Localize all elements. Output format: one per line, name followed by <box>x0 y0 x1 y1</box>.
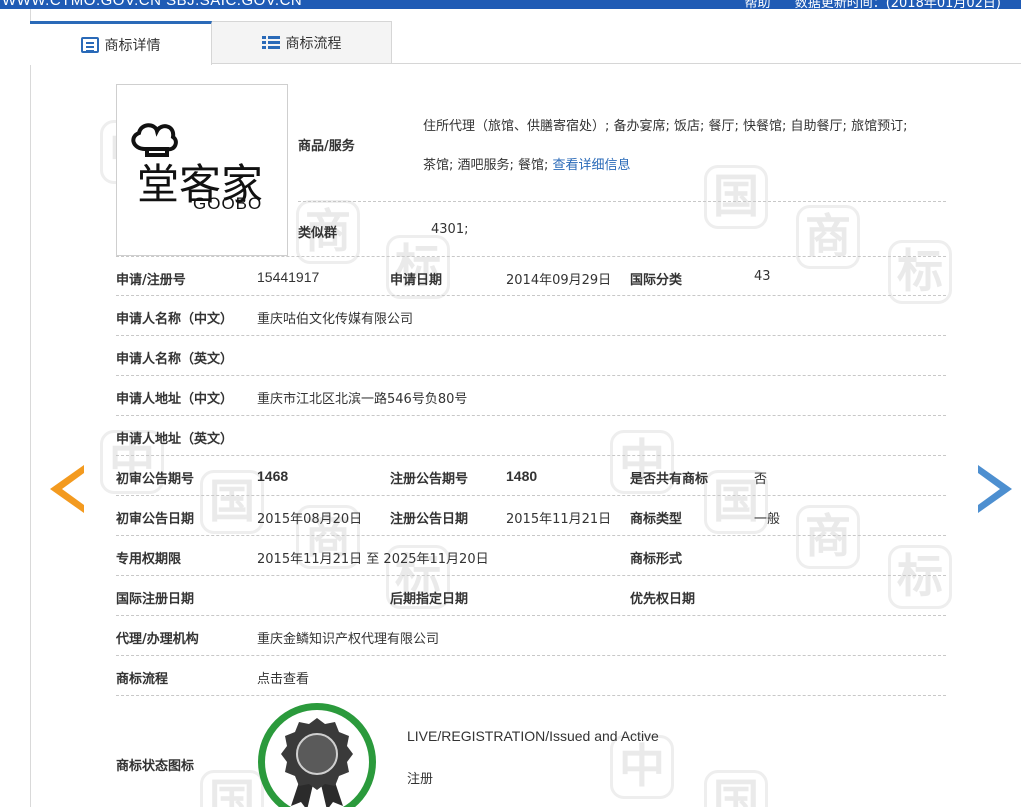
tab-label: 商标详情 <box>104 37 161 54</box>
detail-row: 初审公告日期 2015年08月20日 注册公告日期 2015年11月21日 商标… <box>116 496 946 536</box>
list-doc-icon <box>80 36 99 53</box>
goods-text-continued: 茶馆; 酒吧服务; 餐馆; 查看详细信息 <box>423 154 631 173</box>
priority-date-label: 优先权日期 <box>630 592 696 607</box>
detail-row: 申请人名称（英文） <box>116 336 946 376</box>
similar-group-label: 类似群 <box>298 226 338 241</box>
prelim-no-value: 1468 <box>257 468 289 484</box>
apply-date-value: 2014年09月29日 <box>506 273 612 288</box>
address-en-label: 申请人地址（英文） <box>116 432 234 447</box>
applicant-cn-value: 重庆咕伯文化传媒有限公司 <box>257 312 414 327</box>
shared-label: 是否共有商标 <box>630 472 709 487</box>
address-cn-value: 重庆市江北区北滨一路546号负80号 <box>257 392 468 407</box>
reg-no-value: 15441917 <box>257 269 320 285</box>
status-badge <box>258 703 376 807</box>
exclusive-value: 2015年11月21日 至 2025年11月20日 <box>257 552 489 567</box>
tab-bar: 商标详情 商标流程 <box>30 21 1021 65</box>
process-label: 商标流程 <box>116 672 169 687</box>
status-icon-label: 商标状态图标 <box>116 759 195 774</box>
detail-row: 申请人地址（英文） <box>116 416 946 456</box>
detail-row: 代理/办理机构 重庆金鳞知识产权代理有限公司 <box>116 616 946 656</box>
goods-text: 住所代理（旅馆、供膳寄宿处）; 备办宴席; 饭店; 餐厅; 快餐馆; 自助餐厅;… <box>423 119 908 134</box>
detail-row: 商标流程 点击查看 <box>116 656 946 696</box>
intl-class-label: 国际分类 <box>630 273 683 288</box>
help-link[interactable]: 帮助 <box>745 0 771 9</box>
agent-value: 重庆金鳞知识产权代理有限公司 <box>257 632 440 647</box>
reg-pub-date-value: 2015年11月21日 <box>506 512 612 527</box>
apply-date-label: 申请日期 <box>390 273 443 288</box>
applicant-en-label: 申请人名称（英文） <box>116 352 234 367</box>
prelim-date-value: 2015年08月20日 <box>257 512 363 527</box>
next-arrow-icon[interactable] <box>978 465 1012 513</box>
top-right-info: 帮助 数据更新时间：(2018年01月02日) <box>725 0 1001 9</box>
exclusive-label: 专用权期限 <box>116 552 182 567</box>
tab-trademark-detail[interactable]: 商标详情 <box>30 21 212 65</box>
reg-pub-no-value: 1480 <box>506 468 538 484</box>
goods-text-tail: 茶馆; 酒吧服务; 餐馆; <box>423 158 549 173</box>
shared-value: 否 <box>754 472 768 487</box>
status-text-en: LIVE/REGISTRATION/Issued and Active <box>407 728 659 744</box>
tm-type-value: 一般 <box>754 512 781 527</box>
list-icon <box>261 34 280 51</box>
prelim-date-label: 初审公告日期 <box>116 512 195 527</box>
detail-row: 申请/注册号 15441917 申请日期 2014年09月29日 国际分类 43 <box>116 256 946 296</box>
prelim-no-label: 初审公告期号 <box>116 472 195 487</box>
site-address: WWW.CTMO.GOV.CN SBJ.SAIC.GOV.CN <box>2 0 303 9</box>
status-text-cn: 注册 <box>407 772 434 787</box>
applicant-cn-label: 申请人名称（中文） <box>116 312 234 327</box>
reg-pub-no-label: 注册公告期号 <box>390 472 469 487</box>
intl-class-value: 43 <box>754 269 771 284</box>
view-details-link[interactable]: 查看详细信息 <box>553 158 631 173</box>
top-banner: WWW.CTMO.GOV.CN SBJ.SAIC.GOV.CN 帮助 数据更新时… <box>0 0 1021 9</box>
divider <box>298 201 946 202</box>
tab-label: 商标流程 <box>285 35 342 52</box>
later-date-label: 后期指定日期 <box>390 592 469 607</box>
goods-label: 商品/服务 <box>298 139 355 154</box>
detail-row: 申请人地址（中文） 重庆市江北区北滨一路546号负80号 <box>116 376 946 416</box>
tm-type-label: 商标类型 <box>630 512 683 527</box>
trademark-image: 堂客家 GOOBO <box>116 84 288 256</box>
reg-no-label: 申请/注册号 <box>116 273 186 288</box>
agent-label: 代理/办理机构 <box>116 632 199 647</box>
trademark-logo: 堂客家 GOOBO <box>131 123 263 213</box>
similar-group-value: 4301; <box>431 222 469 237</box>
logo-subtext: GOOBO <box>193 194 262 213</box>
tm-form-label: 商标形式 <box>630 552 683 567</box>
intl-reg-date-label: 国际注册日期 <box>116 592 195 607</box>
award-ribbon-icon <box>281 718 353 807</box>
prev-arrow-icon[interactable] <box>50 465 84 513</box>
address-cn-label: 申请人地址（中文） <box>116 392 234 407</box>
view-process-link[interactable]: 点击查看 <box>257 668 309 687</box>
reg-pub-date-label: 注册公告日期 <box>390 512 469 527</box>
detail-row: 专用权期限 2015年11月21日 至 2025年11月20日 商标形式 <box>116 536 946 576</box>
detail-row: 申请人名称（中文） 重庆咕伯文化传媒有限公司 <box>116 296 946 336</box>
tab-trademark-process[interactable]: 商标流程 <box>212 21 392 64</box>
data-update-time: 数据更新时间：(2018年01月02日) <box>794 0 1001 9</box>
detail-row: 国际注册日期 后期指定日期 优先权日期 <box>116 576 946 616</box>
detail-row: 初审公告期号 1468 注册公告期号 1480 是否共有商标 否 <box>116 456 946 496</box>
